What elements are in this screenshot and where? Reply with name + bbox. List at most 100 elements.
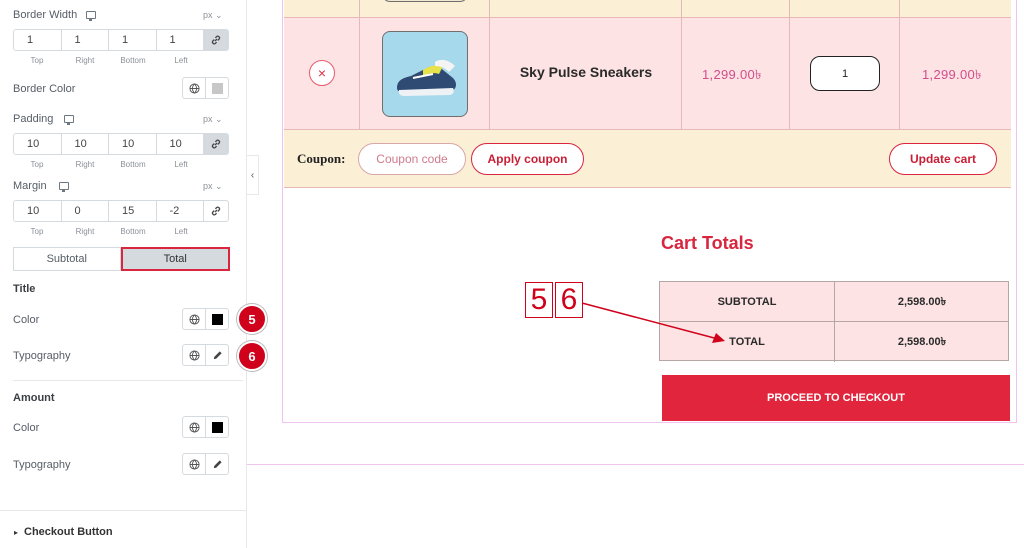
product-price: 1,299.00৳	[702, 67, 762, 82]
title-typography-control	[182, 344, 229, 366]
margin-top-input[interactable]: 10	[14, 201, 62, 221]
caption-bottom: Bottom	[120, 56, 146, 65]
section-divider	[13, 380, 243, 381]
margin-inputs: 10 0 15 -2	[13, 200, 229, 222]
caption-top: Top	[30, 56, 44, 65]
border-color-control	[182, 77, 229, 99]
checkout-button-section-label: Checkout Button	[24, 526, 113, 538]
title-color-chip	[211, 313, 223, 325]
checkout-button-section-toggle[interactable]: ▸ Checkout Button	[14, 526, 113, 538]
amount-typography-control	[182, 453, 229, 475]
step-badge-5: 5	[237, 304, 267, 334]
border-width-bottom-input[interactable]: 1	[109, 30, 157, 50]
previous-product-thumbnail	[382, 0, 468, 2]
apply-coupon-button[interactable]: Apply coupon	[471, 143, 584, 175]
product-subtotal: 1,299.00৳	[922, 67, 982, 82]
column-divider	[359, 0, 360, 130]
border-color-label: Border Color	[13, 83, 76, 95]
padding-inputs: 10 10 10 10	[13, 133, 229, 155]
margin-left-input[interactable]: -2	[156, 201, 204, 221]
chevron-left-icon: ‹	[250, 169, 255, 181]
padding-bottom-input[interactable]: 10	[109, 134, 157, 154]
remove-item-button[interactable]: ×	[309, 60, 335, 86]
amount-color-control	[182, 416, 229, 438]
padding-captions: Top Right Bottom Left	[13, 160, 205, 169]
update-cart-button[interactable]: Update cart	[889, 143, 997, 175]
annotation-number-6: 6	[555, 282, 583, 318]
tab-subtotal[interactable]: Subtotal	[13, 247, 121, 271]
margin-captions: Top Right Bottom Left	[13, 227, 205, 236]
amount-color-chip	[211, 421, 223, 433]
caption-left: Left	[174, 227, 188, 236]
annotation-arrow-icon	[581, 302, 725, 343]
proceed-to-checkout-button[interactable]: PROCEED TO CHECKOUT	[662, 375, 1010, 421]
previous-cart-row	[284, 0, 1011, 17]
column-divider	[789, 0, 790, 130]
border-width-label: Border Width	[13, 9, 78, 21]
product-name[interactable]: Sky Pulse Sneakers	[490, 64, 682, 80]
coupon-code-input[interactable]: Coupon code	[358, 143, 466, 175]
pencil-icon[interactable]	[206, 454, 228, 474]
tab-total[interactable]: Total	[120, 247, 230, 271]
caption-top: Top	[30, 160, 44, 169]
quantity-input[interactable]: 1	[810, 56, 880, 91]
amount-section-heading: Amount	[13, 392, 55, 404]
caption-bottom: Bottom	[120, 227, 146, 236]
column-divider	[899, 0, 900, 130]
page-root: Border Width px ⌄ 1 1 1 1 Top Right Bott…	[0, 0, 1024, 548]
amount-color-label: Color	[13, 422, 40, 434]
global-color-globe-icon[interactable]	[183, 417, 206, 437]
border-width-captions: Top Right Bottom Left	[13, 56, 205, 65]
coupon-label: Coupon:	[297, 151, 346, 166]
border-width-top-input[interactable]: 1	[14, 30, 62, 50]
border-width-unit[interactable]: px ⌄	[203, 10, 223, 21]
section-boundary	[247, 464, 1024, 465]
border-color-swatch[interactable]	[206, 78, 228, 98]
global-color-globe-icon[interactable]	[183, 309, 206, 329]
caption-right: Right	[75, 160, 95, 169]
padding-right-input[interactable]: 10	[61, 134, 109, 154]
title-section-heading: Title	[13, 283, 36, 295]
amount-color-swatch[interactable]	[206, 417, 228, 437]
total-value: 2,598.00৳	[897, 335, 947, 348]
subtotal-total-tabs: Subtotal Total	[13, 247, 230, 271]
margin-right-input[interactable]: 0	[61, 201, 109, 221]
close-icon: ×	[317, 65, 327, 81]
desktop-icon[interactable]	[86, 11, 96, 21]
title-typography-label: Typography	[13, 350, 71, 362]
title-color-label: Color	[13, 314, 40, 326]
section-divider	[0, 510, 247, 511]
global-color-globe-icon[interactable]	[183, 78, 206, 98]
border-width-left-input[interactable]: 1	[156, 30, 204, 50]
caption-left: Left	[174, 160, 188, 169]
caption-top: Top	[30, 227, 44, 236]
cart-totals-title: Cart Totals	[661, 233, 754, 253]
collapse-panel-button[interactable]: ‹	[247, 155, 259, 195]
link-values-icon[interactable]	[204, 201, 228, 221]
padding-label: Padding	[13, 113, 54, 125]
desktop-icon[interactable]	[59, 182, 69, 192]
padding-top-input[interactable]: 10	[14, 134, 62, 154]
caption-left: Left	[174, 56, 188, 65]
desktop-icon[interactable]	[64, 115, 74, 125]
pencil-icon[interactable]	[206, 345, 228, 365]
margin-unit[interactable]: px ⌄	[203, 181, 223, 192]
product-thumbnail[interactable]	[382, 31, 468, 117]
caption-right: Right	[75, 227, 95, 236]
border-width-right-input[interactable]: 1	[61, 30, 109, 50]
global-typography-globe-icon[interactable]	[183, 454, 206, 474]
margin-bottom-input[interactable]: 15	[109, 201, 157, 221]
caption-bottom: Bottom	[120, 160, 146, 169]
subtotal-value: 2,598.00৳	[897, 295, 947, 308]
caret-right-icon: ▸	[14, 527, 19, 537]
link-values-icon[interactable]	[204, 30, 228, 50]
padding-left-input[interactable]: 10	[156, 134, 204, 154]
padding-unit[interactable]: px ⌄	[203, 114, 223, 125]
margin-label: Margin	[13, 180, 47, 192]
title-color-swatch[interactable]	[206, 309, 228, 329]
amount-typography-label: Typography	[13, 459, 71, 471]
link-values-icon[interactable]	[204, 134, 228, 154]
global-typography-globe-icon[interactable]	[183, 345, 206, 365]
title-color-control	[182, 308, 229, 330]
border-width-inputs: 1 1 1 1	[13, 29, 229, 51]
